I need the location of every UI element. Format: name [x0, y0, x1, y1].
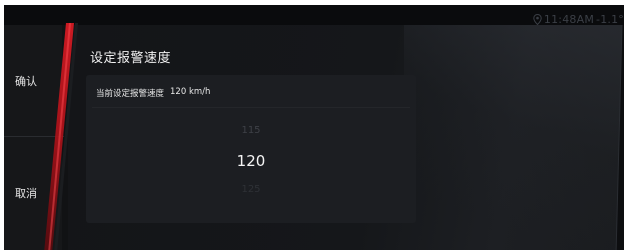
status-temperature: -1.1° [596, 12, 624, 26]
current-setting-value: 120 km/h [170, 87, 211, 97]
status-time: 11:48AM [543, 12, 595, 26]
current-setting-label: 当前设定报警速度 [96, 89, 165, 99]
speed-picker-card: 当前设定报警速度 120 km/h 115 120 125 [86, 75, 416, 223]
card-divider [92, 107, 410, 108]
screen-frame: 11:48AM -1.1° 确认 取消 设定报警速度 当前设定报警速度 120 … [4, 5, 624, 250]
status-bar: 11:48AM -1.1° [533, 12, 624, 26]
confirm-button-label: 确认 [15, 75, 37, 88]
cancel-button-label: 取消 [15, 187, 37, 200]
sidebar-divider [4, 136, 64, 137]
cancel-button[interactable]: 取消 [4, 138, 66, 248]
speed-option-next[interactable]: 125 [86, 184, 416, 195]
confirm-button[interactable]: 确认 [4, 25, 66, 137]
location-pin-icon [533, 13, 542, 25]
current-setting: 当前设定报警速度 120 km/h [96, 87, 210, 99]
dialog-title: 设定报警速度 [90, 51, 172, 66]
speed-option-selected[interactable]: 120 [86, 152, 416, 170]
speed-option-previous[interactable]: 115 [86, 125, 416, 136]
top-band [4, 5, 624, 25]
